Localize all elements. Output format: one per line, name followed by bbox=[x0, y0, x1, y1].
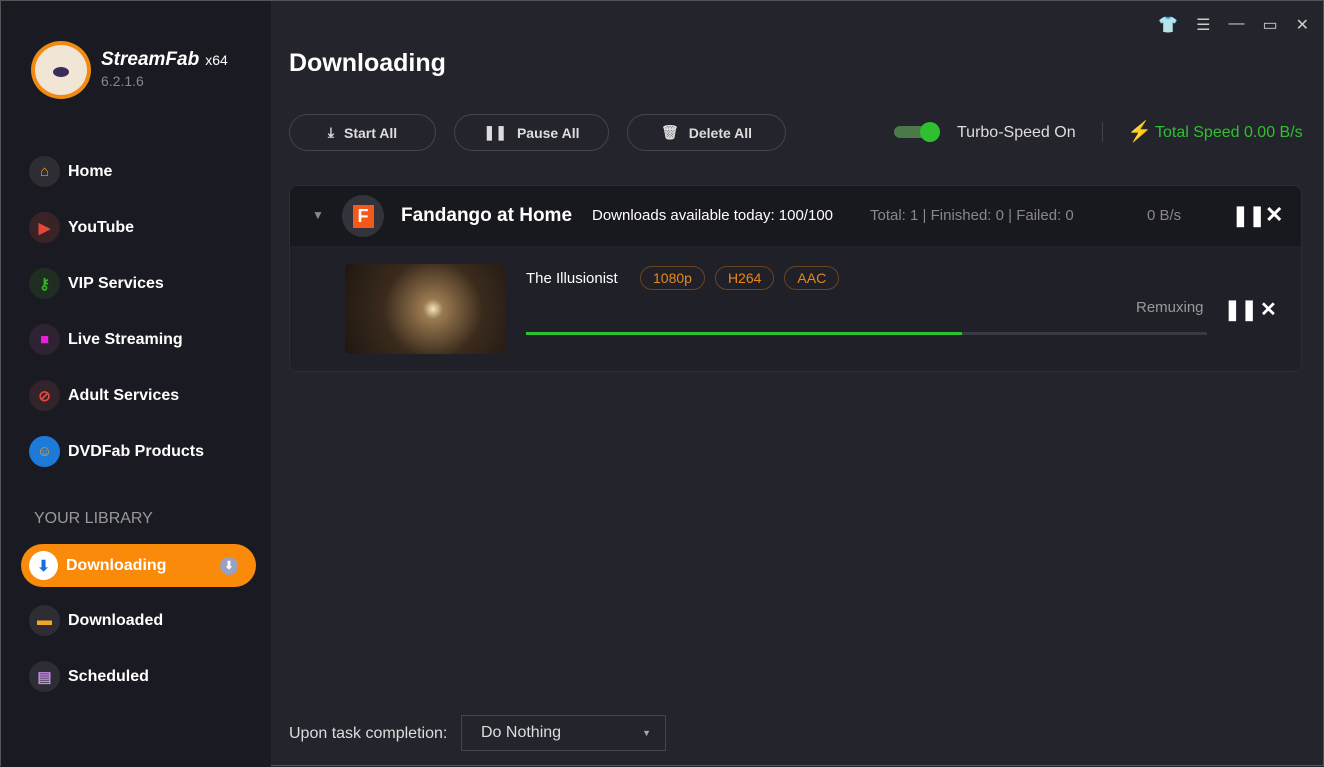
delete-all-button[interactable]: 🗑 Delete All bbox=[627, 114, 786, 151]
turbo-label: Turbo-Speed On bbox=[957, 124, 1076, 141]
maximize-icon[interactable]: ▭ bbox=[1262, 15, 1277, 35]
skin-icon[interactable]: 👕 bbox=[1158, 15, 1178, 35]
task-title: The Illusionist bbox=[526, 270, 618, 287]
sidebar-item-label: YouTube bbox=[68, 218, 135, 236]
progress-fill bbox=[526, 332, 962, 335]
close-icon[interactable]: ✕ bbox=[1296, 15, 1309, 35]
turbo-speed-toggle[interactable] bbox=[894, 122, 940, 142]
sidebar-item-adult-services[interactable]: ⊘ Adult Services bbox=[29, 380, 179, 411]
sidebar-item-label: Live Streaming bbox=[68, 330, 183, 348]
no-18-icon: ⊘ bbox=[29, 380, 60, 411]
menu-icon[interactable]: ☰ bbox=[1196, 15, 1210, 35]
sidebar: StreamFab x64 6.2.1.6 ⌂ Home ▶ YouTube ⚷ VIP S… bbox=[1, 1, 271, 767]
audio-tag: AAC bbox=[784, 266, 840, 290]
button-label: Delete All bbox=[688, 124, 753, 141]
pause-icon[interactable]: ❚❚ bbox=[1232, 203, 1266, 228]
app-version: 6.2.1.6 bbox=[101, 73, 144, 89]
resolution-tag: 1080p bbox=[640, 266, 705, 290]
completion-label: Upon task completion: bbox=[289, 725, 448, 742]
movie-thumbnail bbox=[345, 264, 505, 354]
button-label: Pause All bbox=[516, 124, 580, 141]
sidebar-item-label: VIP Services bbox=[68, 274, 164, 292]
lightning-icon: ⚡ bbox=[1127, 121, 1152, 143]
sidebar-item-label: Home bbox=[68, 162, 113, 180]
minimize-icon[interactable]: — bbox=[1228, 15, 1244, 35]
download-badge-icon: ⬇ bbox=[220, 556, 238, 575]
home-icon: ⌂ bbox=[29, 156, 60, 187]
close-icon[interactable]: ✕ bbox=[1260, 297, 1277, 322]
clipboard-icon: ▤ bbox=[29, 661, 60, 692]
sidebar-item-scheduled[interactable]: ▤ Scheduled bbox=[29, 661, 149, 692]
streamfab-logo bbox=[31, 41, 91, 99]
sidebar-item-dvdfab-products[interactable]: ☺ DVDFab Products bbox=[29, 436, 204, 467]
download-group: ▼ F Fandango at Home Downloads available… bbox=[289, 185, 1302, 372]
pause-all-button[interactable]: ❚❚ Pause All bbox=[454, 114, 609, 151]
group-header: ▼ F Fandango at Home Downloads available… bbox=[290, 186, 1301, 246]
divider bbox=[1102, 122, 1103, 142]
sidebar-item-label: DVDFab Products bbox=[68, 442, 205, 460]
sidebar-item-youtube[interactable]: ▶ YouTube bbox=[29, 212, 134, 243]
collapse-icon[interactable]: ▼ bbox=[312, 208, 324, 222]
codec-tag: H264 bbox=[714, 266, 775, 290]
chevron-down-icon: ▼ bbox=[642, 728, 651, 738]
trash-icon: 🗑 bbox=[660, 124, 679, 140]
sidebar-item-home[interactable]: ⌂ Home bbox=[29, 156, 112, 187]
library-heading: YOUR LIBRARY bbox=[34, 510, 153, 527]
group-speed: 0 B/s bbox=[1147, 207, 1182, 224]
sidebar-item-label: Downloading bbox=[66, 556, 167, 574]
download-icon: ⤓ bbox=[327, 124, 335, 140]
total-speed: Total Speed 0.00 B/s bbox=[1155, 124, 1303, 141]
pause-icon[interactable]: ❚❚ bbox=[1224, 297, 1258, 322]
sidebar-item-live-streaming[interactable]: ■ Live Streaming bbox=[29, 324, 183, 355]
download-icon: ⬇ bbox=[29, 551, 58, 580]
camera-icon: ■ bbox=[29, 324, 60, 355]
dvdfab-icon: ☺ bbox=[29, 436, 60, 467]
sidebar-item-label: Scheduled bbox=[68, 667, 149, 685]
window-controls: 👕 ☰ — ▭ ✕ bbox=[1158, 15, 1309, 35]
progress-bar bbox=[526, 332, 1207, 335]
sidebar-item-downloading[interactable]: ⬇ Downloading ⬇ bbox=[21, 544, 256, 587]
page-title: Downloading bbox=[289, 49, 446, 77]
task-status: Remuxing bbox=[1136, 299, 1204, 316]
sidebar-item-label: Adult Services bbox=[68, 386, 180, 404]
completion-select[interactable]: Do Nothing ▼ bbox=[461, 715, 666, 751]
sidebar-item-vip-services[interactable]: ⚷ VIP Services bbox=[29, 268, 164, 299]
pause-icon: ❚❚ bbox=[483, 124, 507, 140]
service-name: Fandango at Home bbox=[401, 205, 573, 226]
app-name: StreamFab x64 bbox=[101, 49, 228, 70]
close-icon[interactable]: ✕ bbox=[1265, 202, 1283, 228]
button-label: Start All bbox=[344, 124, 398, 141]
fandango-icon: F bbox=[342, 195, 384, 237]
youtube-icon: ▶ bbox=[29, 212, 60, 243]
downloads-available: Downloads available today: 100/100 bbox=[592, 207, 834, 224]
key-icon: ⚷ bbox=[29, 268, 60, 299]
group-stats: Total: 1 | Finished: 0 | Failed: 0 bbox=[870, 207, 1074, 224]
folder-icon: ▬ bbox=[29, 605, 60, 636]
sidebar-item-downloaded[interactable]: ▬ Downloaded bbox=[29, 605, 163, 636]
sidebar-item-label: Downloaded bbox=[68, 611, 164, 629]
start-all-button[interactable]: ⤓ Start All bbox=[289, 114, 436, 151]
selected-value: Do Nothing bbox=[481, 724, 562, 741]
